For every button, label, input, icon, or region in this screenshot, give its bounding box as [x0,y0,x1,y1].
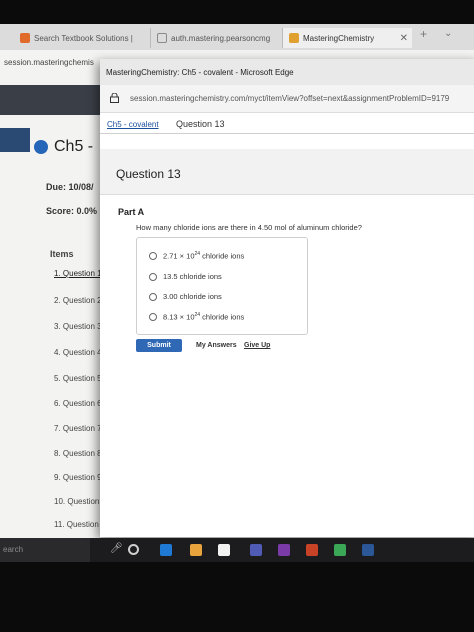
items-heading: Items [50,249,74,259]
choice-label: 2.71 × 1024 chloride ions [163,251,245,261]
breadcrumb-current: Question 13 [176,119,225,129]
course-title-text: Ch5 - [54,138,94,155]
choice-2[interactable]: 13.5 chloride ions [149,272,222,281]
tab-auth-mastering[interactable]: auth.mastering.pearsoncmg [150,28,280,48]
tab-mastering-chemistry[interactable]: MasteringChemistry ✕ [282,28,412,48]
microphone-icon[interactable]: 🎤︎ [110,543,123,554]
mastering-icon [289,33,299,43]
my-answers-link[interactable]: My Answers [196,342,237,349]
part-label: Part A [118,207,145,217]
breadcrumb: Ch5 - covalent Question 13 [100,114,474,134]
question-title: Question 13 [116,167,181,181]
radio-icon[interactable] [149,292,157,301]
question-text: How many chloride ions are there in 4.50… [136,223,362,232]
url-text[interactable]: session.masteringchemistry.com/myct/item… [130,94,449,103]
navbar [0,85,100,115]
store-icon[interactable] [190,544,202,556]
choice-3[interactable]: 3.00 chloride ions [149,292,222,301]
taskbar-search[interactable]: earch [0,538,90,562]
chevron-down-icon[interactable]: ⌄ [444,28,452,39]
item-question-9[interactable]: 9. Question 9 [54,473,102,482]
edge-icon[interactable] [160,544,172,556]
choice-1[interactable]: 2.71 × 1024 chloride ions [149,251,244,261]
radio-icon[interactable] [149,272,157,281]
tab-label: auth.mastering.pearsoncmg [171,33,271,43]
choice-label: 8.13 × 1024 chloride ions [163,312,245,322]
radio-icon[interactable] [149,251,157,260]
due-date: Due: 10/08/ [46,182,94,192]
lock-icon [110,93,119,103]
tab-label: MasteringChemistry [303,33,375,43]
address-bar: session.masteringchemistry.com/myct/item… [100,85,474,113]
radio-icon[interactable] [149,312,157,321]
item-question-7[interactable]: 7. Question 7 [54,424,102,433]
task-view-icon[interactable] [128,544,139,555]
close-icon[interactable]: ✕ [400,33,408,44]
chegg-icon [20,33,30,43]
tab-label: Search Textbook Solutions | [34,33,133,43]
choice-4[interactable]: 8.13 × 1024 chloride ions [149,312,244,322]
item-question-10[interactable]: 10. Question [54,497,99,506]
header-strip [0,128,30,152]
item-question-2[interactable]: 2. Question 2 [54,296,102,305]
choice-label: 3.00 chloride ions [163,292,222,301]
tab-search-textbook[interactable]: Search Textbook Solutions | [14,28,148,48]
item-question-11[interactable]: 11. Question [54,520,99,529]
page-icon [157,33,167,43]
question-header: Question 13 [100,149,474,195]
powerpoint-icon[interactable] [306,544,318,556]
score: Score: 0.0% [46,206,98,216]
popup-window: MasteringChemistry: Ch5 - covalent - Mic… [100,59,474,537]
course-title: Ch5 - [34,138,93,156]
answer-choices: 2.71 × 1024 chloride ions 13.5 chloride … [136,237,308,335]
give-up-link[interactable]: Give Up [244,342,270,349]
url-fragment: session.masteringchemis [4,58,94,67]
item-question-3[interactable]: 3. Question 3 [54,322,102,331]
screen: Search Textbook Solutions | auth.masteri… [0,0,474,632]
item-question-4[interactable]: 4. Question 4 [54,348,102,357]
onenote-icon[interactable] [278,544,290,556]
breadcrumb-link[interactable]: Ch5 - covalent [107,120,159,129]
taskbar: earch 🎤︎ [0,538,474,562]
new-tab-button[interactable]: + [420,27,427,41]
teams-icon[interactable] [250,544,262,556]
word-icon[interactable] [362,544,374,556]
window-title: MasteringChemistry: Ch5 - covalent - Mic… [100,59,474,85]
mail-icon[interactable] [218,544,230,556]
item-question-8[interactable]: 8. Question 8 [54,449,102,458]
browser-tab-strip: Search Textbook Solutions | auth.masteri… [0,24,474,50]
item-question-5[interactable]: 5. Question 5 [54,374,102,383]
item-question-6[interactable]: 6. Question 6 [54,399,102,408]
chrome-icon[interactable] [334,544,346,556]
course-dot-icon [34,140,48,154]
submit-button[interactable]: Submit [136,339,182,352]
item-question-1[interactable]: 1. Question 1 [54,269,102,278]
choice-label: 13.5 chloride ions [163,272,222,281]
